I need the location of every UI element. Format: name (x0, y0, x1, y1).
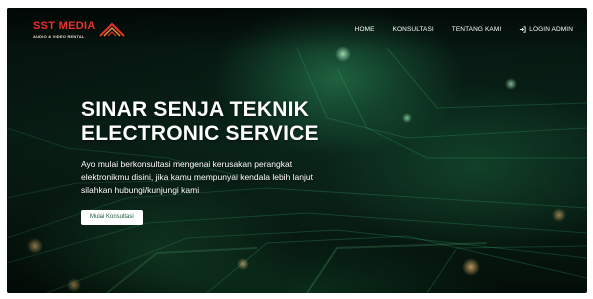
nav-tentang-kami[interactable]: TENTANG KAMI (452, 26, 501, 33)
nav-konsultasi[interactable]: KONSULTASI (393, 26, 434, 33)
start-consultation-button[interactable]: Mulai Konsultasi (81, 210, 143, 225)
brand-tagline: AUDIO & VIDEO RENTAL (33, 34, 85, 39)
hero-title-line-2: ELECTRONIC SERVICE (81, 122, 319, 145)
nav-login-admin-label: LOGIN ADMIN (529, 26, 573, 33)
hero-title-line-1: SINAR SENJA TEKNIK (81, 98, 310, 121)
nav-home[interactable]: HOME (355, 26, 375, 33)
top-navbar: SST MEDIA AUDIO & VIDEO RENTAL HOME KONS… (7, 8, 587, 52)
brand-swoosh-icon (99, 22, 125, 37)
nav-home-label: HOME (354, 26, 375, 33)
hero-title: SINAR SENJA TEKNIK ELECTRONIC SERVICE (81, 98, 319, 146)
nav-login-admin[interactable]: LOGIN ADMIN (519, 26, 573, 33)
brand-logo-link[interactable]: SST MEDIA AUDIO & VIDEO RENTAL (33, 20, 143, 48)
brand-name: SST MEDIA (33, 20, 96, 32)
nav-tentang-kami-label: TENTANG KAMI (451, 26, 502, 33)
hero-section: SST MEDIA AUDIO & VIDEO RENTAL HOME KONS… (7, 8, 587, 293)
login-icon (520, 26, 526, 33)
nav-konsultasi-label: KONSULTASI (392, 26, 434, 33)
hero-description: Ayo mulai berkonsultasi mengenai kerusak… (81, 159, 313, 195)
main-nav: HOME KONSULTASI TENTANG KAMI LOGIN ADMIN (355, 26, 573, 33)
